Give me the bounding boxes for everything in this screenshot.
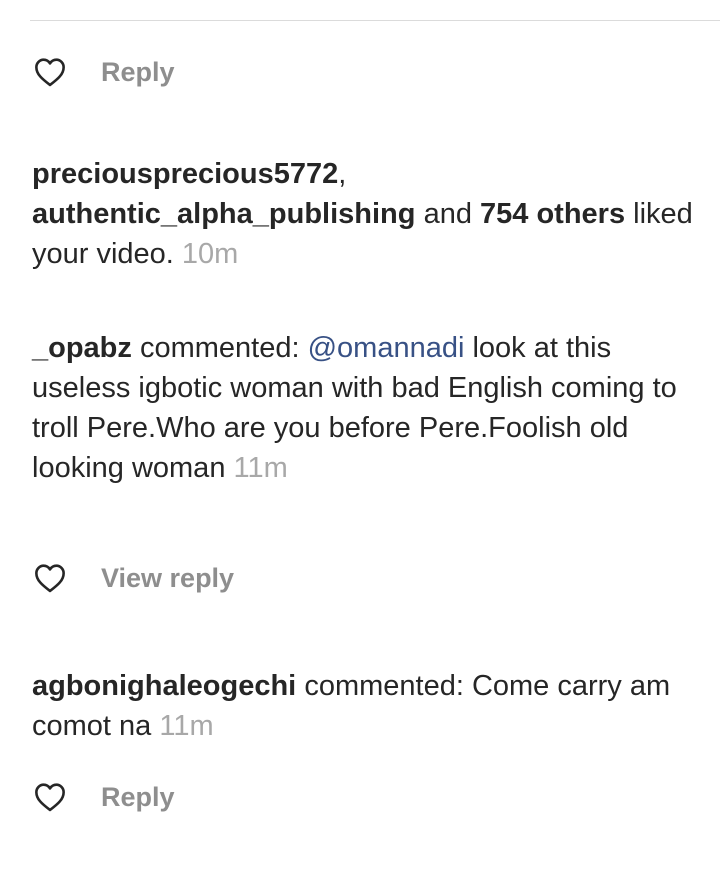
username-link[interactable]: preciousprecious5772 bbox=[32, 158, 338, 190]
action-row: Reply bbox=[33, 777, 175, 817]
heart-icon[interactable] bbox=[33, 563, 67, 593]
mention-link[interactable]: @omannadi bbox=[308, 332, 465, 364]
heart-icon[interactable] bbox=[33, 782, 67, 812]
view-reply-button[interactable]: View reply bbox=[101, 563, 234, 594]
reply-button[interactable]: Reply bbox=[101, 782, 175, 813]
comment-notification: _opabz commented: @omannadi look at this… bbox=[32, 328, 704, 488]
timestamp: 10m bbox=[181, 238, 239, 270]
and-text: and bbox=[423, 198, 472, 230]
like-notification: preciousprecious5772, authentic_alpha_pu… bbox=[32, 154, 704, 274]
heart-icon[interactable] bbox=[33, 57, 67, 87]
commented-text: commented: bbox=[139, 332, 300, 364]
action-row: View reply bbox=[33, 558, 234, 598]
username-link[interactable]: agbonighaleogechi bbox=[32, 670, 296, 702]
username-link[interactable]: _opabz bbox=[32, 332, 132, 364]
comment-notification: agbonighaleogechi commented: Come carry … bbox=[32, 666, 704, 746]
timestamp: 11m bbox=[233, 452, 288, 484]
top-divider bbox=[30, 20, 720, 21]
separator: , bbox=[338, 158, 347, 190]
commented-text: commented: bbox=[304, 670, 464, 702]
reply-button[interactable]: Reply bbox=[101, 57, 175, 88]
timestamp: 11m bbox=[159, 710, 214, 742]
action-row: Reply bbox=[33, 52, 175, 92]
others-count-link[interactable]: 754 others bbox=[480, 198, 625, 230]
username-link[interactable]: authentic_alpha_publishing bbox=[32, 198, 416, 230]
